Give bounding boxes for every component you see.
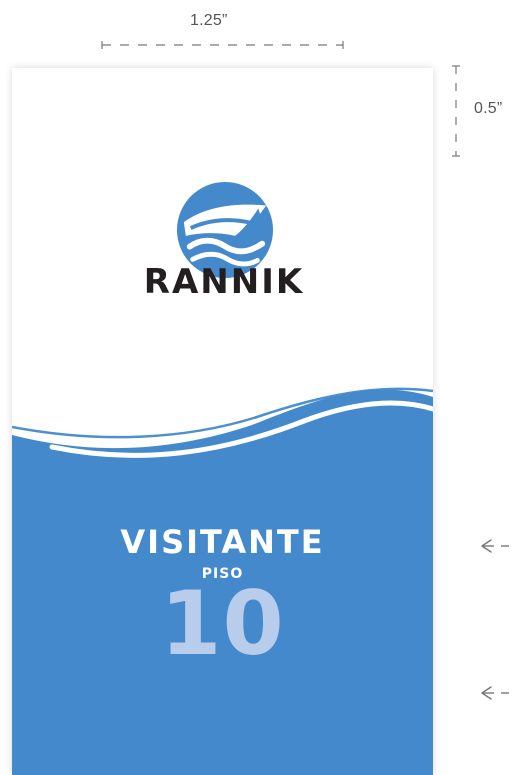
floor-number: 10 <box>160 572 285 675</box>
height-dimension-line <box>452 65 460 157</box>
visitor-badge: RANNIK VISITANTE PISO 10 <box>12 68 433 775</box>
arrow-left-icon <box>481 686 509 700</box>
brand-name: RANNIK <box>143 262 305 302</box>
height-dimension-label: 0.5” <box>474 100 503 117</box>
visitor-title: VISITANTE <box>120 523 325 561</box>
arrow-left-icon <box>481 539 509 553</box>
width-dimension-line <box>101 41 344 49</box>
width-dimension-label: 1.25” <box>190 12 228 29</box>
